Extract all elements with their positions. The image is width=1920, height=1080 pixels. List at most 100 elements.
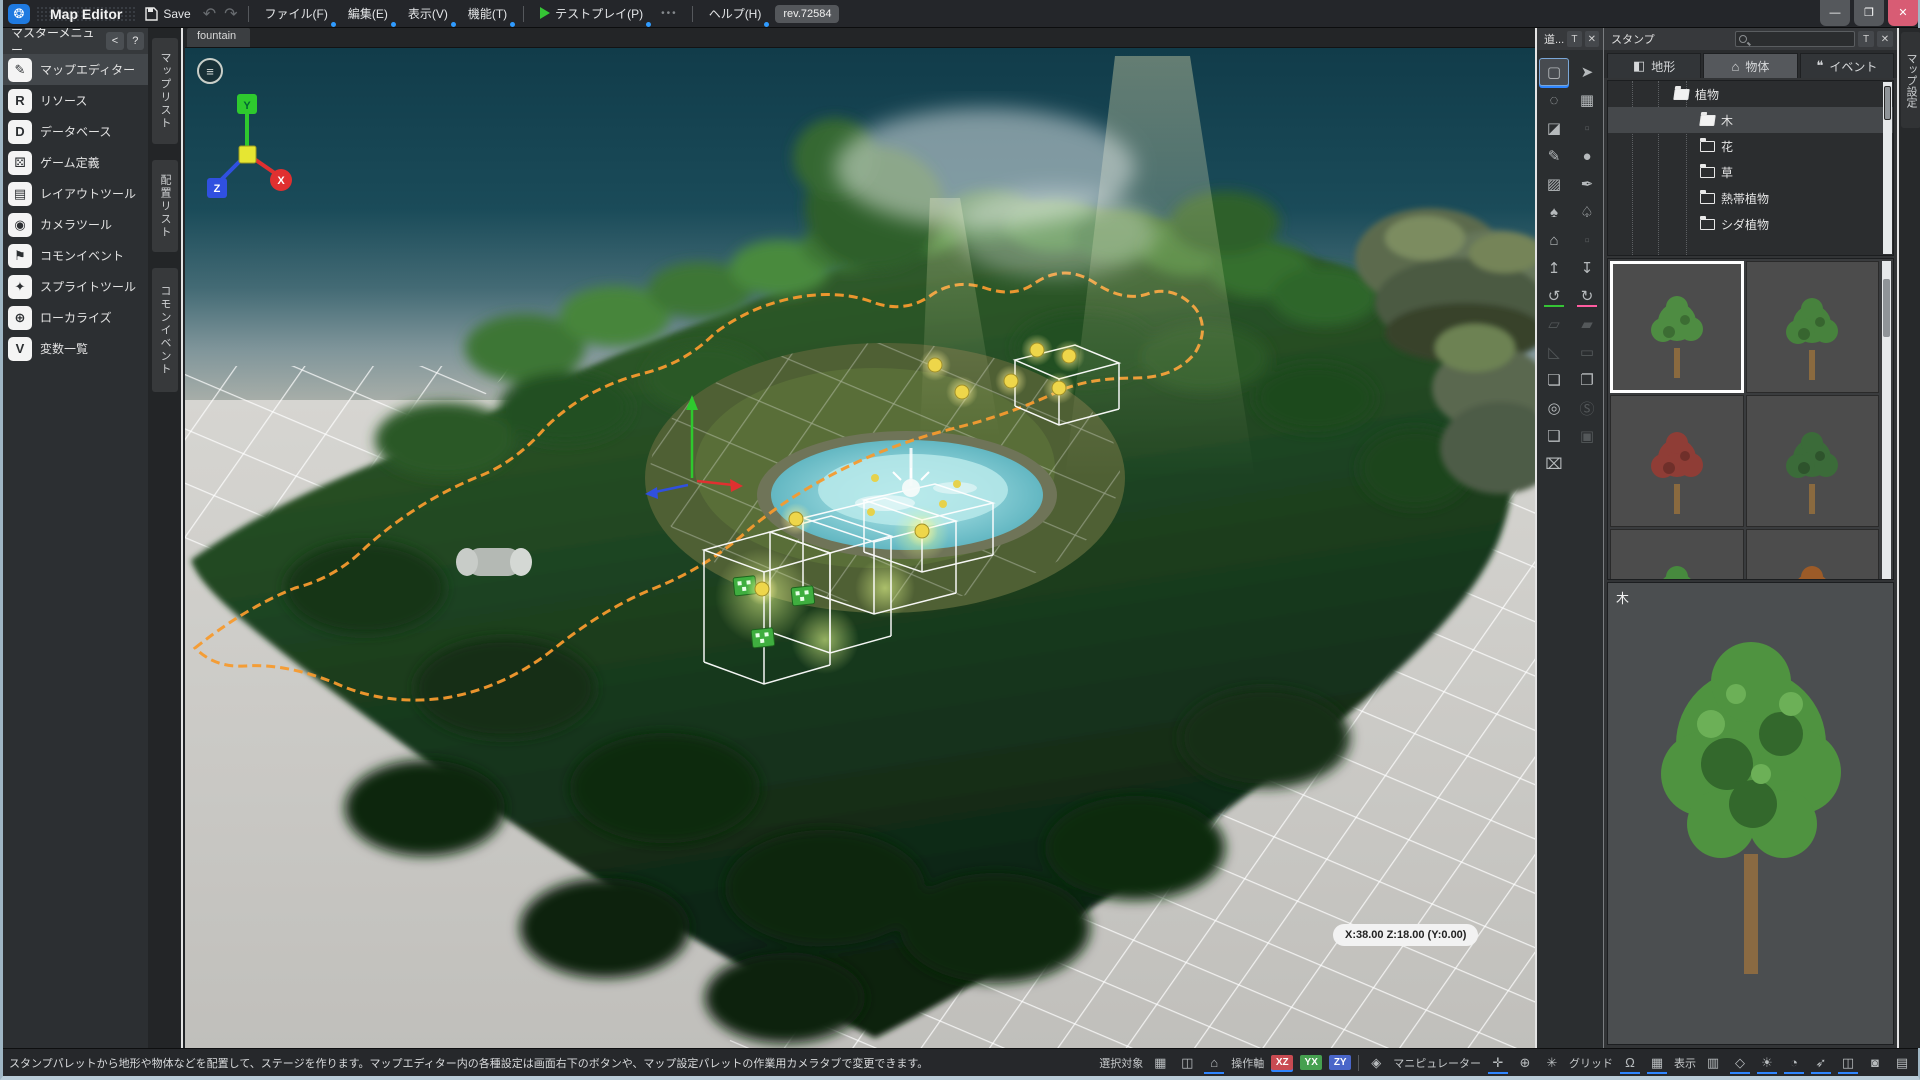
tool-pen[interactable]: ✎ — [1539, 142, 1569, 170]
sidebar-item-game-define[interactable]: ⚄ ゲーム定義 — [3, 147, 148, 178]
play-icon — [540, 7, 550, 19]
tree-node-plants[interactable]: 植物 — [1608, 81, 1893, 107]
sidebar-item-map-editor[interactable]: ✎ マップエディター — [3, 54, 148, 85]
view-sphere-icon[interactable]: ◔ — [1784, 1054, 1804, 1072]
tool-shovel[interactable]: ♠ — [1539, 198, 1569, 226]
redo-icon[interactable]: ↷ — [220, 4, 241, 24]
sidebar-item-resource[interactable]: R リソース — [3, 85, 148, 116]
minimize-button[interactable]: — — [1820, 0, 1850, 26]
view-collision-icon[interactable]: ◫ — [1838, 1054, 1858, 1072]
undo-icon[interactable]: ↶ — [199, 4, 220, 24]
grid-magnet-icon[interactable]: Ω — [1620, 1054, 1640, 1072]
menu-edit[interactable]: 編集(E) — [338, 0, 398, 28]
tab-placement-list[interactable]: 配置リスト — [152, 160, 178, 252]
tool-shovel-remove[interactable]: ♤ — [1572, 198, 1602, 226]
close-icon[interactable]: ✕ — [1877, 31, 1893, 47]
tool-send-backward[interactable]: ❐ — [1572, 366, 1602, 394]
thumbs-scrollbar[interactable] — [1882, 261, 1891, 579]
tool-lower-terrain[interactable]: ↧ — [1572, 254, 1602, 282]
tool-rotate-x[interactable]: ↻ — [1572, 282, 1602, 310]
axis-zy-button[interactable]: ZY — [1329, 1055, 1351, 1070]
tool-bring-forward[interactable]: ❏ — [1539, 366, 1569, 394]
select-grid-icon[interactable]: ▦ — [1150, 1054, 1170, 1072]
tool-mesh-brush[interactable]: ▨ — [1539, 170, 1569, 198]
scene-3d[interactable]: ≡ Y X Z X:38.00 Z:18.00 (Y:0.00) — [185, 48, 1535, 1048]
sprite-icon: ✦ — [8, 275, 32, 299]
search-input[interactable] — [1735, 31, 1855, 47]
tool-house[interactable]: ⌂ — [1539, 226, 1569, 254]
tree-node-tropical[interactable]: 熱帯植物 — [1608, 185, 1893, 211]
viewport-tab-fountain[interactable]: fountain — [187, 28, 250, 47]
stamp-tree-orange[interactable] — [1746, 529, 1880, 580]
help-button[interactable]: ? — [127, 32, 144, 50]
tree-node-flowers[interactable]: 花 — [1608, 133, 1893, 159]
menu-file[interactable]: ファイル(F) — [255, 0, 338, 28]
viewport-menu-button[interactable]: ≡ — [197, 58, 223, 84]
tool-eyedropper[interactable]: ✒ — [1572, 170, 1602, 198]
menu-view[interactable]: 表示(V) — [398, 0, 458, 28]
select-lock-icon[interactable]: ◫ — [1177, 1054, 1197, 1072]
view-books-icon[interactable]: ▤ — [1892, 1054, 1912, 1072]
tool-face-select[interactable]: ◪ — [1539, 114, 1569, 142]
more-button[interactable]: ••• — [653, 8, 686, 19]
menu-help[interactable]: ヘルプ(H) — [699, 0, 772, 28]
stamp-tree-green-2[interactable] — [1746, 261, 1880, 393]
view-camera-icon[interactable]: ◙ — [1865, 1054, 1885, 1072]
tool-node-select[interactable]: ➤ — [1572, 58, 1602, 86]
stamp-tree-dark-green[interactable] — [1746, 395, 1880, 527]
grid-table-icon[interactable]: ▦ — [1647, 1054, 1667, 1072]
tree-node-grass[interactable]: 草 — [1608, 159, 1893, 185]
menu-testplay[interactable]: テストプレイ(P) — [530, 0, 653, 28]
tab-terrain[interactable]: ◧ 地形 — [1607, 53, 1701, 78]
tool-lasso-select[interactable]: ◌ — [1539, 86, 1569, 114]
view-wireframe-icon[interactable]: ◇ — [1730, 1054, 1750, 1072]
tab-map-settings[interactable]: マップ設定 — [1901, 32, 1920, 128]
sidebar-item-localize[interactable]: ⊕ ローカライズ — [3, 302, 148, 333]
tab-common-event[interactable]: コモンイベント — [152, 268, 178, 392]
close-icon[interactable]: ✕ — [1585, 31, 1599, 47]
tab-map-list[interactable]: マップリスト — [152, 38, 178, 144]
close-button[interactable]: ✕ — [1888, 0, 1918, 26]
menu-function[interactable]: 機能(T) — [458, 0, 517, 28]
tree-node-trees[interactable]: 木 — [1608, 107, 1893, 133]
sidebar-item-camera-tool[interactable]: ◉ カメラツール — [3, 209, 148, 240]
sidebar-item-variable-list[interactable]: V 変数一覧 — [3, 333, 148, 364]
restore-button[interactable]: ❐ — [1854, 0, 1884, 26]
pin-icon[interactable]: Т — [1567, 31, 1581, 47]
view-layout-icon[interactable]: ▥ — [1703, 1054, 1723, 1072]
tab-object[interactable]: ⌂ 物体 — [1703, 53, 1797, 78]
snap-icon[interactable]: ◈ — [1366, 1054, 1386, 1072]
collapse-button[interactable]: < — [106, 32, 123, 50]
save-button[interactable]: Save — [136, 2, 198, 26]
sidebar-item-common-event[interactable]: ⚑ コモンイベント — [3, 240, 148, 271]
pin-icon[interactable]: Т — [1858, 31, 1874, 47]
tree-node-fern[interactable]: シダ植物 — [1608, 211, 1893, 237]
manipulator-rotate-icon[interactable]: ⊕ — [1515, 1054, 1535, 1072]
tree-scrollbar[interactable] — [1883, 82, 1892, 254]
tool-rect-select[interactable]: ▢ — [1539, 58, 1569, 86]
tool-raise-terrain[interactable]: ↥ — [1539, 254, 1569, 282]
tab-event[interactable]: ❝ イベント — [1800, 53, 1894, 78]
tool-rotate-y[interactable]: ↺ — [1539, 282, 1569, 310]
sidebar-item-layout-tool[interactable]: ▤ レイアウトツール — [3, 178, 148, 209]
manipulator-move-icon[interactable]: ✛ — [1488, 1054, 1508, 1072]
preview-label: 木 — [1616, 588, 1629, 607]
axis-navigation-gizmo[interactable]: Y X Z — [201, 90, 293, 217]
tool-copy[interactable]: ❑ — [1539, 422, 1569, 450]
tool-trash[interactable]: ⌧ — [1539, 450, 1569, 478]
tool-blob-brush[interactable]: ● — [1572, 142, 1602, 170]
viewport[interactable]: fountain — [185, 28, 1535, 1048]
select-building-icon[interactable]: ⌂ — [1204, 1054, 1224, 1072]
manipulator-scale-icon[interactable]: ✳ — [1542, 1054, 1562, 1072]
stamp-tree-green-1[interactable] — [1610, 261, 1744, 393]
sidebar-item-database[interactable]: D データベース — [3, 116, 148, 147]
sidebar-item-sprite-tool[interactable]: ✦ スプライトツール — [3, 271, 148, 302]
axis-yx-button[interactable]: YX — [1300, 1055, 1322, 1070]
tool-block-select[interactable]: ▦ — [1572, 86, 1602, 114]
view-light-icon[interactable]: ☀ — [1757, 1054, 1777, 1072]
tool-light[interactable]: ◎ — [1539, 394, 1569, 422]
view-character-icon[interactable]: ➶ — [1811, 1054, 1831, 1072]
axis-xz-button[interactable]: XZ — [1271, 1055, 1293, 1070]
stamp-tree-red[interactable] — [1610, 395, 1744, 527]
stamp-tree-green-3[interactable] — [1610, 529, 1744, 580]
